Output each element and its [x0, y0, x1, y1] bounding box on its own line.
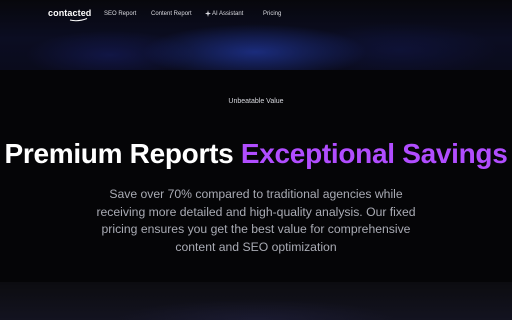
- description-line: pricing ensures you get the best value f…: [101, 222, 411, 236]
- top-nav: contacted SEO Report Content Report AI A…: [0, 0, 512, 30]
- description-line: receiving more detailed and high-quality…: [96, 204, 416, 219]
- hero-description: Save over 70% compared to traditional ag…: [0, 186, 512, 256]
- headline-accent: Exceptional Savings: [240, 138, 508, 169]
- nav-link-pricing[interactable]: Pricing: [263, 11, 281, 17]
- nav-link-content-report[interactable]: Content Report: [151, 11, 192, 17]
- eyebrow-label: Unbeatable Value: [228, 98, 284, 105]
- description-line: Save over 70% compared to traditional ag…: [109, 187, 403, 201]
- hero-headline: Premium Reports Exceptional Savings: [0, 138, 512, 170]
- sparkle-icon: [205, 10, 211, 17]
- logo[interactable]: contacted: [48, 8, 91, 18]
- description-line: content and SEO optimization: [175, 239, 337, 254]
- logo-swoosh-icon: [69, 18, 88, 22]
- headline-white: Premium Reports: [4, 138, 234, 169]
- nav-link-ai-assistant[interactable]: AI Assistant: [212, 11, 243, 17]
- page: contacted SEO Report Content Report AI A…: [0, 0, 512, 320]
- nav-link-seo-report[interactable]: SEO Report: [104, 11, 136, 17]
- next-section-glow: [0, 282, 512, 320]
